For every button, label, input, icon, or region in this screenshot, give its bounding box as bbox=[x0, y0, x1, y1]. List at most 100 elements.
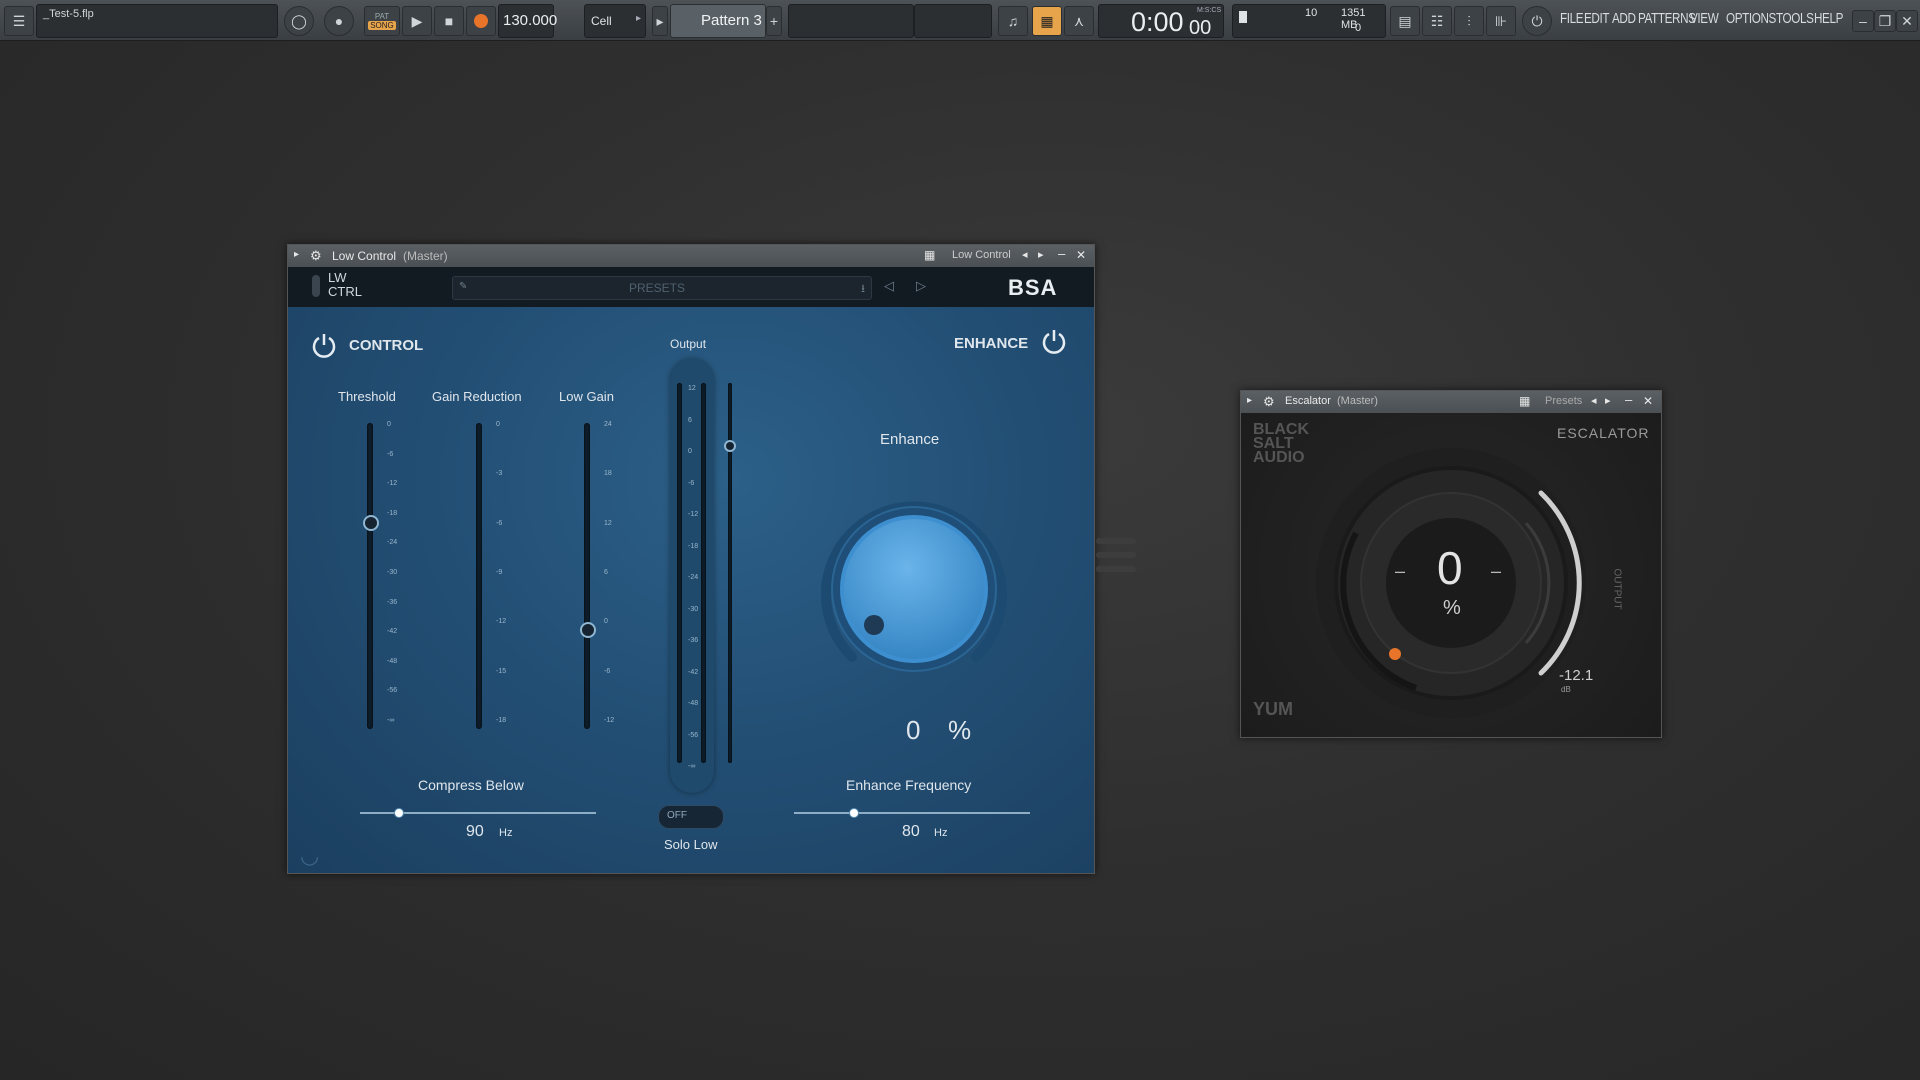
low-control-titlebar[interactable]: ▸ ⚙ Low Control (Master) ▦ Low Control ◂… bbox=[288, 245, 1094, 267]
piano-roll-icon[interactable]: ⊪ bbox=[1486, 6, 1516, 36]
preset-next-icon[interactable]: ▷ bbox=[916, 278, 926, 294]
enhance-knob[interactable] bbox=[812, 487, 1016, 691]
master-pitch-knob[interactable]: ● bbox=[324, 6, 354, 36]
time-sub: 00 bbox=[1189, 17, 1212, 39]
gain-reduction-scale-tick: -6 bbox=[496, 519, 503, 527]
menu-edit[interactable]: EDIT bbox=[1584, 10, 1609, 27]
snap-select[interactable]: Cell ▸ bbox=[584, 4, 646, 38]
low-gain-scale-tick: 24 bbox=[604, 421, 612, 428]
mixer-icon[interactable]: ⫶ bbox=[1454, 6, 1484, 36]
compress-below-handle[interactable] bbox=[393, 808, 404, 818]
enhance-knob-label: Enhance bbox=[880, 431, 940, 448]
menu-tools[interactable]: TOOLS bbox=[1776, 10, 1814, 27]
gain-reduction-scale-tick: -9 bbox=[496, 569, 503, 576]
power-icon[interactable]: ⏻ bbox=[1522, 6, 1552, 36]
output-scale-tick: -6 bbox=[688, 479, 695, 487]
output-scale-tick: -24 bbox=[688, 574, 699, 581]
save-icon[interactable]: ⭳ bbox=[861, 280, 865, 299]
enhance-freq-slider[interactable] bbox=[794, 812, 1030, 814]
playlist-icon[interactable]: ▤ bbox=[1390, 6, 1420, 36]
prev-arrow-icon[interactable]: ◂ bbox=[1591, 394, 1597, 407]
restore-icon[interactable]: ❐ bbox=[1874, 10, 1896, 32]
threshold-scale-tick: -24 bbox=[387, 539, 398, 547]
collapse-arrow-icon[interactable]: ▸ bbox=[1247, 395, 1252, 406]
menu-view[interactable]: VIEW bbox=[1690, 10, 1719, 27]
menu-options[interactable]: OPTIONS bbox=[1726, 10, 1776, 27]
solo-low-toggle[interactable]: OFF bbox=[658, 805, 724, 829]
threshold-slider-handle[interactable] bbox=[363, 514, 379, 531]
plugin-header: LW CTRL ✎ PRESETS ⭳ ◁ ▷ BSA bbox=[288, 267, 1094, 307]
escalator-titlebar[interactable]: ▸ ⚙ Escalator (Master) ▦ Presets ◂ ▸ – ✕ bbox=[1241, 391, 1661, 413]
enhance-unit: % bbox=[948, 715, 972, 745]
collapse-arrow-icon[interactable]: ▸ bbox=[294, 249, 299, 260]
menu-add[interactable]: ADD bbox=[1612, 10, 1636, 27]
menu-file[interactable]: FILE bbox=[1560, 10, 1584, 27]
menu-patterns[interactable]: PATTERNS bbox=[1638, 10, 1696, 27]
bowl-icon: ◡ bbox=[300, 843, 320, 868]
typing-keyboard-icon[interactable]: ▦ bbox=[1032, 6, 1062, 36]
escalator-output-unit: dB bbox=[1561, 685, 1571, 694]
escalator-output-value: -12.1 bbox=[1559, 667, 1594, 684]
threshold-scale-tick: -48 bbox=[387, 657, 398, 665]
power-icon bbox=[312, 334, 336, 358]
threshold-scale-tick: -18 bbox=[387, 509, 398, 517]
gain-reduction-label: Gain Reduction bbox=[432, 389, 522, 404]
prev-arrow-icon[interactable]: ◂ bbox=[1022, 248, 1028, 261]
gear-icon[interactable]: ⚙ bbox=[1263, 394, 1275, 410]
threshold-slider[interactable] bbox=[367, 423, 373, 729]
master-volume-knob[interactable]: ◯ bbox=[284, 6, 314, 36]
enhance-value: 0 bbox=[906, 715, 921, 745]
enhance-freq-handle[interactable] bbox=[849, 808, 859, 818]
edit-icon[interactable]: ✎ bbox=[459, 281, 467, 292]
control-power-button[interactable] bbox=[310, 331, 338, 359]
minimize-icon[interactable]: – bbox=[1852, 10, 1874, 32]
stop-button[interactable]: ■ bbox=[434, 6, 464, 36]
enhance-freq-value: 80 bbox=[902, 823, 920, 840]
threshold-scale-tick: -42 bbox=[387, 628, 398, 636]
browser-icon[interactable]: ☰ bbox=[4, 6, 34, 36]
minimize-icon[interactable]: – bbox=[1058, 246, 1065, 261]
wait-input-icon[interactable]: ⋏ bbox=[1064, 6, 1094, 36]
tempo-display[interactable]: 130.000 bbox=[498, 4, 558, 38]
gear-icon[interactable]: ⚙ bbox=[310, 248, 322, 264]
pattern-prev-button[interactable]: ▸ bbox=[652, 6, 668, 36]
tempo-value: 130.000 bbox=[503, 12, 558, 29]
enhance-freq-label: Enhance Frequency bbox=[846, 777, 972, 793]
threshold-label: Threshold bbox=[338, 389, 396, 404]
menu-help[interactable]: HELP bbox=[1814, 10, 1843, 27]
minimize-icon[interactable]: – bbox=[1625, 392, 1632, 407]
pat-song-toggle[interactable]: PAT SONG bbox=[364, 6, 400, 36]
output-gain-handle[interactable] bbox=[724, 440, 736, 452]
close-icon[interactable]: ✕ bbox=[1896, 10, 1918, 32]
enhance-power-button[interactable] bbox=[1040, 327, 1068, 355]
low-gain-slider[interactable] bbox=[584, 423, 590, 729]
low-gain-scale-tick: 18 bbox=[604, 470, 612, 478]
footer-logo: YUM bbox=[1253, 699, 1293, 719]
grid-icon[interactable]: ▦ bbox=[924, 248, 935, 262]
pattern-select[interactable]: Pattern 3 bbox=[670, 4, 766, 38]
play-button[interactable]: ▶ bbox=[402, 6, 432, 36]
grid-icon[interactable]: ▦ bbox=[1519, 394, 1530, 408]
threshold-scale-tick: -36 bbox=[387, 598, 398, 606]
next-arrow-icon[interactable]: ▸ bbox=[1605, 394, 1611, 407]
low-gain-scale-tick: 12 bbox=[604, 519, 612, 527]
time-display[interactable]: 0:00 00 M:S:CS bbox=[1098, 4, 1224, 39]
presets-field[interactable]: ✎ PRESETS ⭳ bbox=[452, 276, 872, 300]
preset-prev-icon[interactable]: ◁ bbox=[884, 278, 894, 294]
close-icon[interactable]: ✕ bbox=[1076, 248, 1086, 262]
output-label: Output bbox=[670, 337, 707, 351]
memory-sub: 0 bbox=[1355, 22, 1362, 34]
add-pattern-button[interactable]: + bbox=[766, 6, 782, 36]
metronome-icon[interactable]: ♫ bbox=[998, 6, 1028, 36]
escalator-minus-left: – bbox=[1395, 561, 1406, 581]
compress-below-value: 90 bbox=[466, 823, 484, 840]
close-icon[interactable]: ✕ bbox=[1643, 394, 1653, 408]
window-title-right: Low Control bbox=[952, 249, 1011, 261]
threshold-scale-tick: -56 bbox=[387, 687, 398, 695]
next-arrow-icon[interactable]: ▸ bbox=[1038, 248, 1044, 261]
record-button[interactable] bbox=[466, 6, 496, 36]
threshold-scale-tick: -∞ bbox=[387, 717, 395, 724]
low-gain-slider-handle[interactable] bbox=[580, 622, 596, 639]
output-scale-tick: 12 bbox=[688, 385, 696, 392]
channel-rack-icon[interactable]: ☷ bbox=[1422, 6, 1452, 36]
